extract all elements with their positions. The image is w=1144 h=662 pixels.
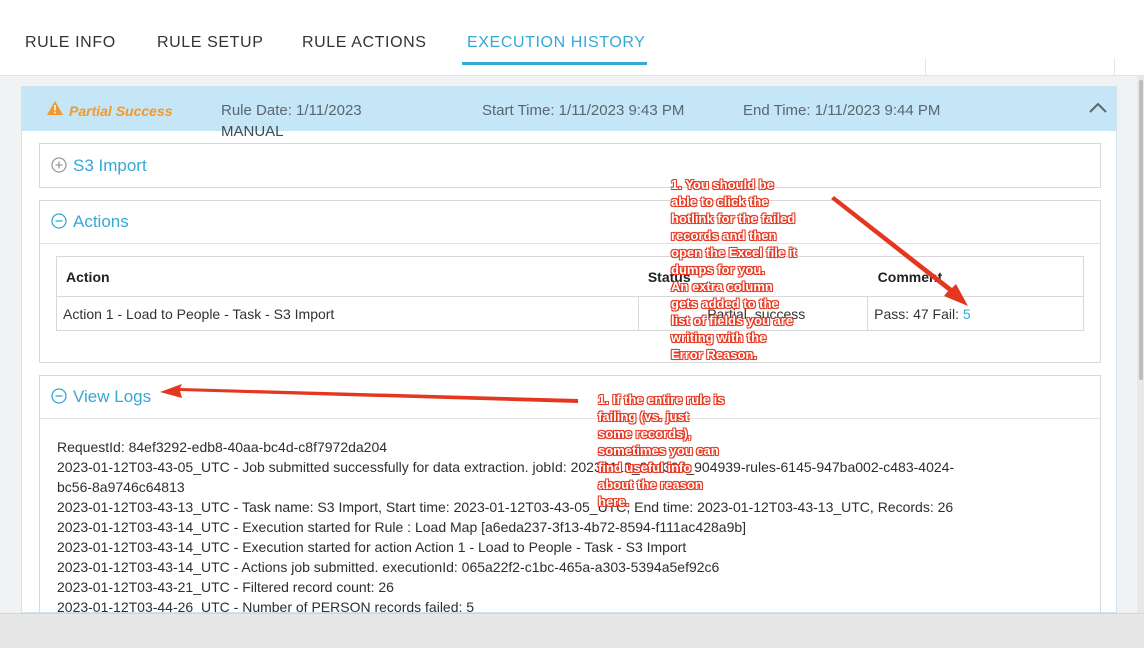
rule-date: Rule Date: 1/11/2023 bbox=[221, 102, 362, 119]
tab-bar: RULE INFO RULE SETUP RULE ACTIONS EXECUT… bbox=[0, 0, 1144, 76]
log-line: 2023-01-12T03-43-13_UTC - Task name: S3 … bbox=[57, 499, 954, 515]
warning-triangle-icon bbox=[47, 101, 63, 115]
minus-circle-icon[interactable] bbox=[51, 213, 67, 229]
trigger-type: MANUAL bbox=[221, 123, 284, 140]
comment-text: Pass: 47 Fail: bbox=[874, 305, 963, 322]
log-line: bc56-8a9746c64813 bbox=[57, 479, 185, 495]
active-tab-indicator bbox=[462, 62, 647, 65]
start-time: Start Time: 1/11/2023 9:43 PM bbox=[482, 102, 685, 119]
failed-records-link[interactable]: 5 bbox=[963, 306, 971, 322]
action-comment: Pass: 47 Fail: 5 bbox=[867, 296, 1084, 331]
column-header-action: Action bbox=[55, 256, 639, 297]
section-title-actions[interactable]: Actions bbox=[73, 212, 129, 232]
section-divider bbox=[40, 418, 1100, 419]
scrollbar-thumb[interactable] bbox=[1139, 80, 1143, 380]
annotation-failed-records: 1. You should be able to click the hotli… bbox=[671, 177, 797, 362]
execution-header[interactable]: Partial Success Rule Date: 1/11/2023 MAN… bbox=[22, 87, 1116, 140]
toolbar-placeholder bbox=[925, 58, 1115, 76]
log-line: 2023-01-12T03-43-14_UTC - Actions job su… bbox=[57, 559, 720, 575]
section-title-s3-import[interactable]: S3 Import bbox=[73, 156, 147, 176]
log-line: 2023-01-12T03-43-21_UTC - Filtered recor… bbox=[57, 579, 394, 595]
table-header-row: Action Status Comment bbox=[55, 256, 1084, 297]
tab-rule-actions[interactable]: RULE ACTIONS bbox=[302, 34, 427, 52]
plus-circle-icon[interactable] bbox=[51, 157, 67, 173]
log-line: RequestId: 84ef3292-edb8-40aa-bc4d-c8f79… bbox=[57, 439, 388, 455]
log-line: 2023-01-12T03-43-14_UTC - Execution star… bbox=[57, 519, 747, 535]
section-view-logs: View Logs RequestId: 84ef3292-edb8-40aa-… bbox=[39, 375, 1101, 613]
tab-rule-info[interactable]: RULE INFO bbox=[25, 34, 116, 52]
tab-rule-setup[interactable]: RULE SETUP bbox=[157, 34, 263, 52]
minus-circle-icon[interactable] bbox=[51, 388, 67, 404]
section-title-view-logs[interactable]: View Logs bbox=[73, 387, 151, 407]
column-header-comment: Comment bbox=[867, 256, 1084, 297]
chevron-up-icon[interactable] bbox=[1089, 102, 1107, 114]
execution-panel: Partial Success Rule Date: 1/11/2023 MAN… bbox=[21, 86, 1117, 613]
action-name: Action 1 - Load to People - Task - S3 Im… bbox=[55, 296, 640, 331]
log-line: 2023-01-12T03-44-26_UTC - Number of PERS… bbox=[57, 599, 475, 613]
end-time: End Time: 1/11/2023 9:44 PM bbox=[743, 102, 941, 119]
annotation-logs-note: 1. If the entire rule is failing (vs. ju… bbox=[598, 392, 725, 509]
log-line: 2023-01-12T03-43-14_UTC - Execution star… bbox=[57, 539, 687, 555]
section-actions: Actions Action Status Comment Action 1 -… bbox=[39, 200, 1101, 363]
log-output: RequestId: 84ef3292-edb8-40aa-bc4d-c8f79… bbox=[57, 437, 955, 613]
page-bottom bbox=[0, 648, 1144, 662]
status-badge: Partial Success bbox=[69, 103, 173, 119]
actions-table: Action Status Comment Action 1 - Load to… bbox=[55, 256, 1084, 331]
log-line: 2023-01-12T03-43-05_UTC - Job submitted … bbox=[57, 459, 955, 475]
table-row: Action 1 - Load to People - Task - S3 Im… bbox=[55, 296, 1084, 331]
section-divider bbox=[40, 243, 1100, 244]
footer-bar bbox=[0, 613, 1144, 648]
section-s3-import: S3 Import bbox=[39, 143, 1101, 188]
tab-execution-history[interactable]: EXECUTION HISTORY bbox=[467, 34, 646, 52]
